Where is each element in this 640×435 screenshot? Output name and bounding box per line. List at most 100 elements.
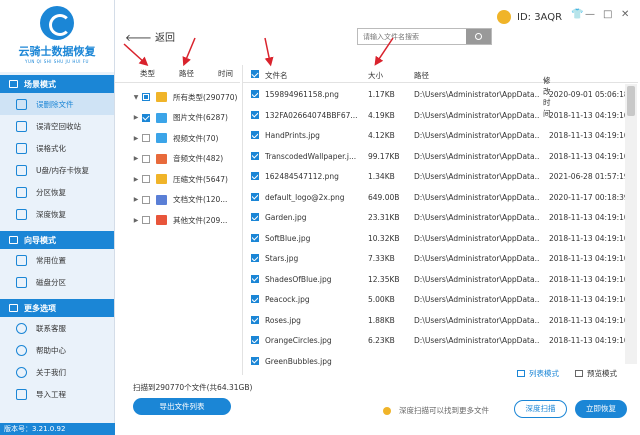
skin-button[interactable]: 👕	[571, 9, 583, 20]
expand-icon[interactable]: ▶	[130, 217, 142, 224]
cell-size: 10.32KB	[368, 233, 400, 243]
sidebar-item-partition[interactable]: 分区恢复	[0, 181, 114, 203]
home-button[interactable]: 回	[165, 29, 175, 44]
sidebar-item-recycle-bin[interactable]: 误清空回收站	[0, 115, 114, 137]
row-checkbox[interactable]	[251, 356, 259, 365]
cell-path: D:\Users\Administrator\AppData...	[414, 254, 539, 263]
sidebar-item-contact[interactable]: 联系客服	[0, 317, 114, 339]
column-size[interactable]: 大小	[368, 70, 383, 81]
expand-icon[interactable]: ▶	[130, 196, 142, 203]
tree-checkbox[interactable]	[142, 216, 150, 224]
sidebar-item-usb-card[interactable]: U盘/内存卡恢复	[0, 159, 114, 181]
export-list-button[interactable]: 导出文件列表	[133, 398, 231, 415]
close-button[interactable]: ✕	[621, 9, 629, 20]
row-checkbox[interactable]	[251, 172, 259, 180]
deep-scan-button[interactable]: 深度扫描	[514, 400, 567, 418]
table-row[interactable]: SoftBlue.jpg 10.32KB D:\Users\Administrato…	[243, 228, 629, 249]
tree-checkbox[interactable]	[142, 113, 150, 122]
cell-size: 99.17KB	[368, 151, 400, 161]
row-checkbox[interactable]	[251, 90, 259, 98]
table-row[interactable]: default_logo@2x.png 649.00B D:\Users\Admin…	[243, 187, 629, 208]
cell-modified: 2018-11-13 04:19:10	[549, 336, 629, 345]
section-wizard-mode[interactable]: 向导模式	[0, 231, 114, 249]
sidebar-item-format[interactable]: 误格式化	[0, 137, 114, 159]
sidebar-item-help[interactable]: 帮助中心	[0, 339, 114, 361]
row-checkbox[interactable]	[251, 336, 259, 344]
tree-row[interactable]: ▼ 所有类型(290770)	[115, 87, 240, 107]
cell-size: 649.00B	[368, 192, 400, 202]
section-more-options[interactable]: 更多选项	[0, 299, 114, 317]
table-row[interactable]: 159894961158.png 1.17KB D:\Users\Administr…	[243, 84, 629, 105]
table-row[interactable]: ShadesOfBlue.jpg 12.35KB D:\Users\Administ…	[243, 269, 629, 290]
search-button[interactable]	[466, 29, 491, 44]
image-icon	[156, 112, 167, 123]
expand-icon[interactable]: ▶	[130, 176, 142, 183]
row-checkbox[interactable]	[251, 254, 259, 262]
row-checkbox[interactable]	[251, 274, 259, 283]
tab-time[interactable]: 时间	[218, 68, 233, 79]
row-checkbox[interactable]	[251, 110, 259, 119]
column-path[interactable]: 路径	[414, 70, 429, 81]
tree-row[interactable]: ▶ 图片文件(6287)	[115, 108, 240, 128]
cell-size: 6.23KB	[368, 336, 395, 345]
select-all-checkbox[interactable]	[251, 70, 259, 78]
table-row[interactable]: Peacock.jpg 5.00KB D:\Users\Administrator\…	[243, 289, 629, 310]
row-checkbox[interactable]	[251, 213, 259, 221]
tree-checkbox[interactable]	[142, 134, 150, 142]
expand-icon[interactable]: ▼	[130, 94, 142, 101]
expand-icon[interactable]: ▶	[130, 155, 142, 162]
search-input[interactable]	[358, 29, 466, 44]
row-checkbox[interactable]	[251, 151, 259, 160]
row-checkbox[interactable]	[251, 295, 259, 303]
table-row[interactable]: 132FA02664074BBF67... 4.19KB D:\Users\Admi…	[243, 105, 629, 126]
tree-checkbox[interactable]	[142, 93, 150, 101]
tree-checkbox[interactable]	[142, 195, 150, 204]
sidebar-item-disk-partition[interactable]: 磁盘分区	[0, 271, 114, 293]
row-checkbox[interactable]	[251, 233, 259, 242]
sidebar-item-about[interactable]: 关于我们	[0, 361, 114, 383]
table-row[interactable]: Roses.jpg 1.88KB D:\Users\Administrator\Ap…	[243, 310, 629, 331]
tree-row[interactable]: ▶ 其他文件(209...	[115, 210, 240, 230]
back-button[interactable]: 🡐 返	[125, 29, 165, 44]
table-row[interactable]: HandPrints.jpg 4.12KB D:\Users\Administrat…	[243, 125, 629, 146]
tree-row[interactable]: ▶ 视频文件(70)	[115, 128, 240, 148]
table-scrollbar[interactable]	[625, 84, 637, 364]
table-row[interactable]: OrangeCircles.jpg 6.23KB D:\Users\Administ…	[243, 330, 629, 351]
table-row[interactable]: GreenBubbles.jpg	[243, 351, 623, 372]
tree-row[interactable]: ▶ 文档文件(120...	[115, 190, 240, 210]
cell-size: 5.00KB	[368, 295, 395, 304]
tree-checkbox[interactable]	[142, 154, 150, 163]
cell-name: OrangeCircles.jpg	[265, 336, 332, 345]
wizard-icon	[9, 236, 18, 244]
column-name[interactable]: 文件名	[265, 70, 288, 81]
sidebar-item-common-locations[interactable]: 常用位置	[0, 249, 114, 271]
expand-icon[interactable]: ▶	[130, 114, 142, 121]
tree-row[interactable]: ▶ 音频文件(482)	[115, 149, 240, 169]
scrollbar-thumb[interactable]	[627, 86, 635, 116]
row-checkbox[interactable]	[251, 192, 259, 201]
table-row[interactable]: 162484547112.png 1.34KB D:\Users\Administr…	[243, 166, 629, 187]
list-mode-toggle[interactable]: 列表模式	[517, 368, 559, 379]
tree-checkbox[interactable]	[142, 175, 150, 183]
table-row[interactable]: Garden.jpg 23.31KB D:\Users\Administrator\…	[243, 207, 629, 228]
recover-now-button[interactable]: 立即恢复	[575, 400, 627, 418]
sidebar-item-deleted-files[interactable]: 误删除文件	[0, 93, 114, 115]
table-row[interactable]: TranscodedWallpaper.j... 99.17KB D:\Users\…	[243, 146, 629, 167]
section-scene-mode[interactable]: 场景模式	[0, 75, 114, 93]
preview-mode-toggle[interactable]: 预览模式	[575, 368, 617, 379]
maximize-button[interactable]: □	[603, 9, 612, 20]
minimize-button[interactable]: —	[585, 9, 595, 20]
table-row[interactable]: Stars.jpg 7.33KB D:\Users\Administrator\Ap…	[243, 248, 629, 269]
tree-row[interactable]: ▶ 压缩文件(5647)	[115, 169, 240, 189]
row-checkbox[interactable]	[251, 131, 259, 139]
row-checkbox[interactable]	[251, 315, 259, 324]
cell-modified: 2020-09-01 05:06:18	[549, 90, 629, 99]
sidebar-item-deep[interactable]: 深度恢复	[0, 203, 114, 225]
grid-icon	[575, 370, 583, 377]
cell-modified: 2021-06-28 01:57:19	[549, 172, 629, 181]
sidebar-item-import[interactable]: 导入工程	[0, 383, 114, 405]
app-name: 云骑士数据恢复	[18, 45, 96, 58]
tab-path[interactable]: 路径	[179, 68, 194, 79]
tab-type[interactable]: 类型	[140, 68, 155, 79]
expand-icon[interactable]: ▶	[130, 135, 142, 142]
